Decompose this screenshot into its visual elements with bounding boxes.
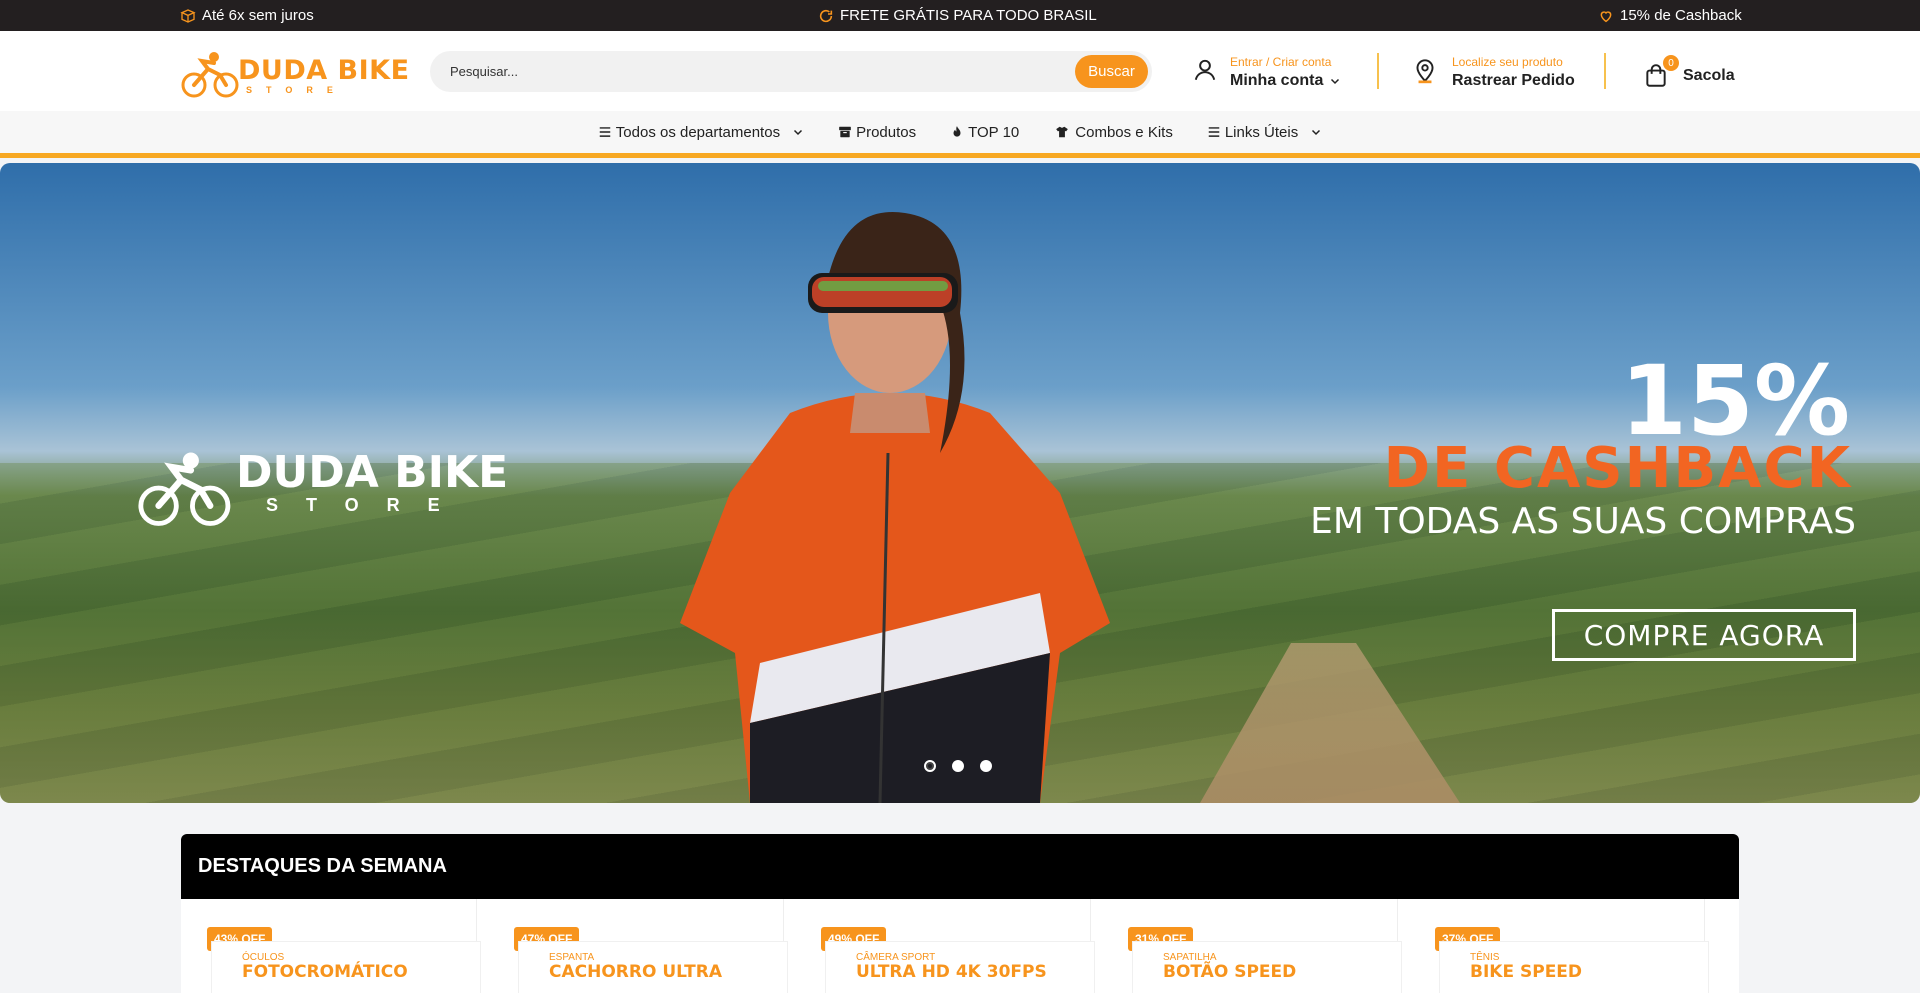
product-card[interactable]: 37% OFF TÊNIS BIKE SPEED (1409, 899, 1709, 993)
chevron-down-icon (1312, 129, 1321, 136)
shop-now-button[interactable]: COMPRE AGORA (1552, 609, 1856, 661)
cashback-notice: 15% de Cashback (1598, 0, 1742, 31)
account-label[interactable]: Minha conta (1230, 72, 1341, 90)
hero-logo-sub: STORE (266, 495, 468, 515)
product-image[interactable]: ESPANTA CACHORRO ULTRA (518, 941, 788, 993)
product-image-title: BOTÃO SPEED (1163, 962, 1297, 982)
track-label[interactable]: Rastrear Pedido (1452, 72, 1575, 90)
track-order[interactable]: Localize seu produto Rastrear Pedido (1412, 51, 1575, 93)
hero-logo: DUDA BIKE STORE (136, 443, 516, 543)
header-divider (1604, 53, 1606, 89)
product-card[interactable]: 49% OFF CÂMERA SPORT ULTRA HD 4K 30FPS (795, 899, 1095, 993)
user-icon (1192, 57, 1218, 88)
chevron-down-icon (794, 129, 803, 136)
product-card[interactable]: 31% OFF SAPATILHA BOTÃO SPEED (1102, 899, 1402, 993)
promo-subline: EM TODAS AS SUAS COMPRAS (1310, 501, 1856, 542)
carousel-dot-3[interactable] (980, 760, 992, 772)
product-image-title: ULTRA HD 4K 30FPS (856, 962, 1047, 982)
box-icon (839, 126, 851, 138)
carousel-dot-2[interactable] (952, 760, 964, 772)
header-divider (1377, 53, 1379, 89)
section-title: DESTAQUES DA SEMANA (181, 834, 1739, 899)
product-card[interactable]: 43% OFF ÓCULOS FOTOCROMÁTICO (181, 899, 481, 993)
search-button[interactable]: Buscar (1075, 55, 1148, 88)
search-input[interactable] (450, 51, 1050, 92)
box-icon (180, 8, 196, 23)
cyclist-logo-icon (138, 452, 231, 526)
heart-icon (1600, 10, 1612, 22)
product-image[interactable]: SAPATILHA BOTÃO SPEED (1132, 941, 1402, 993)
product-carousel: 43% OFF ÓCULOS FOTOCROMÁTICO 47% OFF ESP… (181, 899, 1739, 993)
site-logo[interactable]: DUDA BIKE STORE (180, 49, 409, 99)
hero-banner[interactable]: DUDA BIKE STORE 15% DE CASHBACK EM TODAS… (0, 163, 1920, 803)
cyclist-photo (680, 212, 1110, 803)
menu-icon (1208, 127, 1220, 137)
product-card[interactable]: 47% OFF ESPANTA CACHORRO ULTRA (488, 899, 788, 993)
installments-notice: Até 6x sem juros (180, 0, 314, 31)
top-announcement-bar: Até 6x sem juros FRETE GRÁTIS PARA TODO … (0, 0, 1920, 31)
main-nav: Todos os departamentos Produtos TOP 10 C… (0, 111, 1920, 158)
location-pin-icon (1412, 56, 1438, 89)
chevron-down-icon (1331, 78, 1340, 84)
logo-sub: STORE (246, 85, 347, 95)
promo-headline: DE CASHBACK (1383, 436, 1852, 501)
nav-useful-links[interactable]: Links Úteis (1207, 124, 1322, 141)
nav-departments[interactable]: Todos os departamentos (598, 124, 804, 141)
promo-percent: 15% (1620, 345, 1850, 457)
cart-label: Sacola (1683, 67, 1735, 84)
cashback-text: 15% de Cashback (1620, 7, 1742, 24)
nav-products[interactable]: Produtos (838, 124, 916, 141)
shirt-icon (1056, 126, 1069, 138)
nav-top10[interactable]: TOP 10 (950, 124, 1019, 141)
cart-count-badge: 0 (1663, 55, 1679, 71)
product-image[interactable]: ÓCULOS FOTOCROMÁTICO (211, 941, 481, 993)
account-login-link[interactable]: Entrar / Criar conta (1230, 55, 1341, 69)
product-image[interactable]: TÊNIS BIKE SPEED (1439, 941, 1709, 993)
nav-useful-links-label: Links Úteis (1224, 123, 1299, 141)
installments-text: Até 6x sem juros (202, 7, 314, 24)
nav-top10-label: TOP 10 (968, 123, 1020, 141)
product-image-title: FOTOCROMÁTICO (242, 962, 408, 982)
logo-name: DUDA BIKE (238, 55, 410, 86)
carousel-dot-1[interactable] (924, 760, 936, 772)
account-menu[interactable]: Entrar / Criar conta Minha conta (1192, 51, 1341, 93)
hero-logo-name: DUDA BIKE (236, 447, 509, 498)
menu-icon (599, 127, 611, 137)
weekly-highlights: DESTAQUES DA SEMANA 43% OFF ÓCULOS FOTOC… (181, 834, 1739, 993)
account-label-text: Minha conta (1230, 71, 1324, 89)
product-image-title: CACHORRO ULTRA (549, 962, 723, 982)
nav-combos[interactable]: Combos e Kits (1053, 124, 1173, 141)
cyclist-logo-icon (181, 52, 239, 98)
shopping-bag-icon: 0 (1643, 55, 1679, 89)
shipping-text: FRETE GRÁTIS PARA TODO BRASIL (840, 7, 1097, 24)
product-image-title: BIKE SPEED (1470, 962, 1583, 982)
nav-departments-label: Todos os departamentos (615, 123, 781, 141)
nav-combos-label: Combos e Kits (1075, 123, 1173, 141)
nav-products-label: Produtos (856, 123, 917, 141)
refresh-icon (819, 9, 833, 22)
cart-button[interactable]: 0 Sacola (1643, 55, 1735, 91)
carousel-dots (924, 760, 992, 772)
site-header: DUDA BIKE STORE Buscar Entrar / Criar co… (0, 31, 1920, 111)
shipping-notice: FRETE GRÁTIS PARA TODO BRASIL (818, 0, 1097, 31)
search-bar: Buscar (430, 51, 1152, 92)
fire-icon (953, 126, 961, 137)
track-small-label: Localize seu produto (1452, 54, 1563, 69)
product-image[interactable]: CÂMERA SPORT ULTRA HD 4K 30FPS (825, 941, 1095, 993)
